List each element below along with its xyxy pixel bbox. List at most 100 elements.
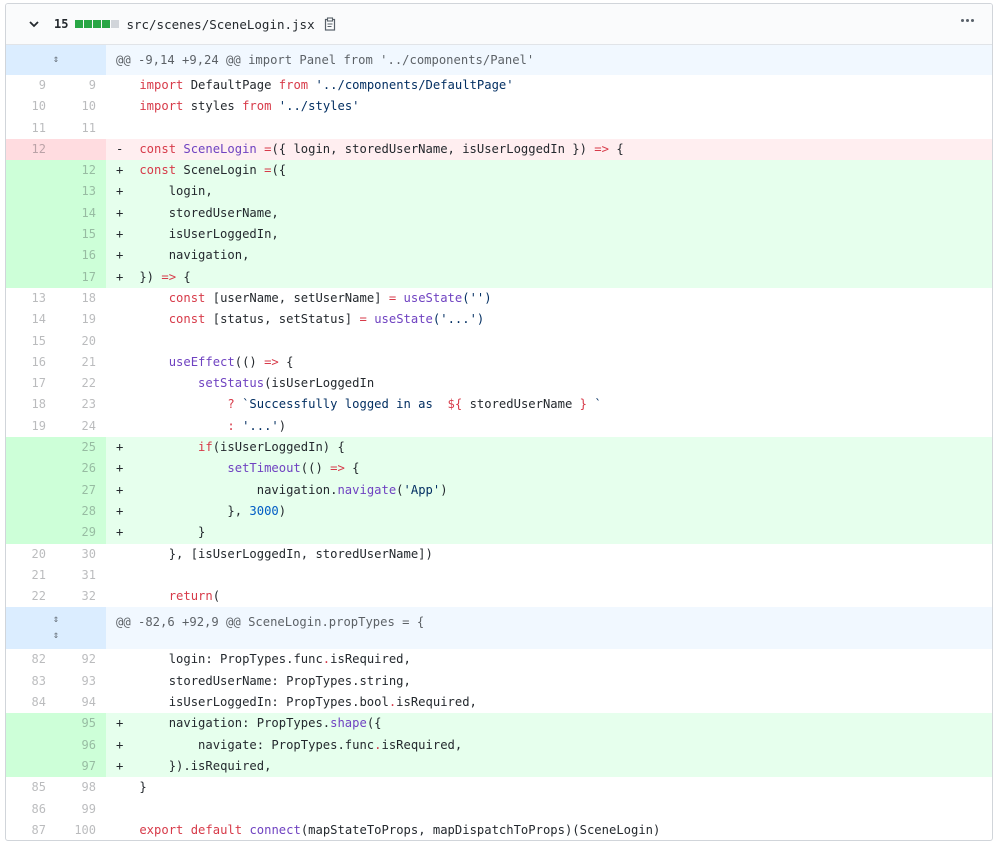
new-line-number[interactable]: 16 [56,245,106,267]
old-line-number[interactable] [6,202,56,225]
old-line-number[interactable]: 14 [6,309,56,330]
new-line-number[interactable]: 14 [56,202,106,225]
hunk-text: @@ -82,6 +92,9 @@ SceneLogin.propTypes =… [106,607,992,650]
new-line-number[interactable]: 24 [56,416,106,437]
old-line-number[interactable] [6,181,56,203]
old-line-number[interactable]: 82 [6,649,56,670]
code-content: isUserLoggedIn: PropTypes.bool.isRequire… [132,692,992,713]
new-line-number[interactable]: 10 [56,96,106,117]
old-line-number[interactable]: 87 [6,820,56,840]
new-line-number[interactable]: 31 [56,565,106,586]
new-line-number[interactable]: 21 [56,352,106,373]
new-line-number[interactable]: 29 [56,522,106,544]
new-line-number[interactable]: 15 [56,224,106,246]
clipboard-icon[interactable] [324,17,336,31]
old-line-number[interactable] [6,245,56,267]
old-line-number[interactable]: 85 [6,777,56,798]
code-content: export default connect(mapStateToProps, … [132,820,992,840]
old-line-number[interactable]: 12 [6,138,56,161]
code-token: . [374,737,382,752]
code-token: [userName, setUserName] [212,290,382,305]
new-line-number[interactable]: 95 [56,713,106,735]
code-token: { [616,141,624,156]
old-line-number[interactable]: 22 [6,586,56,607]
code-token: default [190,822,243,837]
new-line-number[interactable] [56,138,106,161]
old-line-number[interactable]: 10 [6,96,56,117]
diff-marker [106,777,132,798]
old-line-number[interactable] [6,713,56,735]
code-token: } [579,397,587,412]
expand-button[interactable]: ⇕ [6,45,106,75]
old-line-number[interactable]: 11 [6,118,56,139]
code-content: const SceneLogin =({ login, storedUserNa… [132,138,992,161]
old-line-number[interactable] [6,755,56,778]
unfold-icon: ⇕ [52,630,60,642]
new-line-number[interactable]: 13 [56,181,106,203]
new-line-number[interactable]: 98 [56,777,106,798]
new-line-number[interactable]: 97 [56,755,106,778]
old-line-number[interactable]: 19 [6,416,56,437]
new-line-number[interactable]: 17 [56,266,106,288]
new-line-number[interactable]: 94 [56,692,106,713]
code-content: setTimeout(() => { [132,458,992,480]
new-line-number[interactable]: 30 [56,544,106,565]
code-token: (isUserLoggedIn) { [212,440,345,455]
old-line-number[interactable]: 17 [6,373,56,394]
kebab-icon[interactable] [959,17,976,24]
new-line-number[interactable]: 9 [56,75,106,96]
code-content: if(isUserLoggedIn) { [132,437,992,459]
new-line-number[interactable]: 11 [56,118,106,139]
expand-button[interactable]: ⇕ ⇕ [6,607,106,650]
new-line-number[interactable]: 18 [56,288,106,309]
code-token: func [344,737,375,752]
code-token: navigation, [139,248,250,263]
old-line-number[interactable]: 21 [6,565,56,586]
old-line-number[interactable]: 84 [6,692,56,713]
new-line-number[interactable]: 12 [56,160,106,182]
diffstat-block [75,20,84,28]
file-path[interactable]: src/scenes/SceneLogin.jsx [126,17,314,32]
code-token: }) [139,269,155,284]
old-line-number[interactable]: 18 [6,394,56,415]
old-line-number[interactable] [6,266,56,288]
old-line-number[interactable] [6,437,56,459]
new-line-number[interactable]: 22 [56,373,106,394]
code-token: string, [359,673,411,688]
old-line-number[interactable] [6,458,56,480]
old-line-number[interactable]: 15 [6,331,56,352]
new-line-number[interactable]: 93 [56,671,106,692]
old-line-number[interactable]: 83 [6,671,56,692]
old-line-number[interactable] [6,522,56,544]
new-line-number[interactable]: 28 [56,500,106,523]
old-line-number[interactable] [6,734,56,756]
old-line-number[interactable] [6,500,56,523]
new-line-number[interactable]: 20 [56,331,106,352]
new-line-number[interactable]: 100 [56,820,106,840]
old-line-number[interactable]: 16 [6,352,56,373]
new-line-number[interactable]: 26 [56,458,106,480]
code-content: }).isRequired, [132,755,992,778]
code-token: = [388,290,397,305]
diff-marker [106,649,132,670]
new-line-number[interactable]: 96 [56,734,106,756]
old-line-number[interactable] [6,160,56,182]
chevron-down-icon[interactable] [27,17,41,31]
code-content: useEffect(() => { [132,352,992,373]
new-line-number[interactable]: 99 [56,799,106,820]
new-line-number[interactable]: 27 [56,479,106,501]
old-line-number[interactable] [6,224,56,246]
old-line-number[interactable]: 9 [6,75,56,96]
new-line-number[interactable]: 25 [56,437,106,459]
old-line-number[interactable]: 86 [6,799,56,820]
old-line-number[interactable] [6,479,56,501]
code-content: setStatus(isUserLoggedIn [132,373,992,394]
old-line-number[interactable]: 20 [6,544,56,565]
code-token: storedUserName [469,397,573,412]
diff-marker [106,96,132,117]
new-line-number[interactable]: 32 [56,586,106,607]
new-line-number[interactable]: 19 [56,309,106,330]
new-line-number[interactable]: 23 [56,394,106,415]
old-line-number[interactable]: 13 [6,288,56,309]
new-line-number[interactable]: 92 [56,649,106,670]
